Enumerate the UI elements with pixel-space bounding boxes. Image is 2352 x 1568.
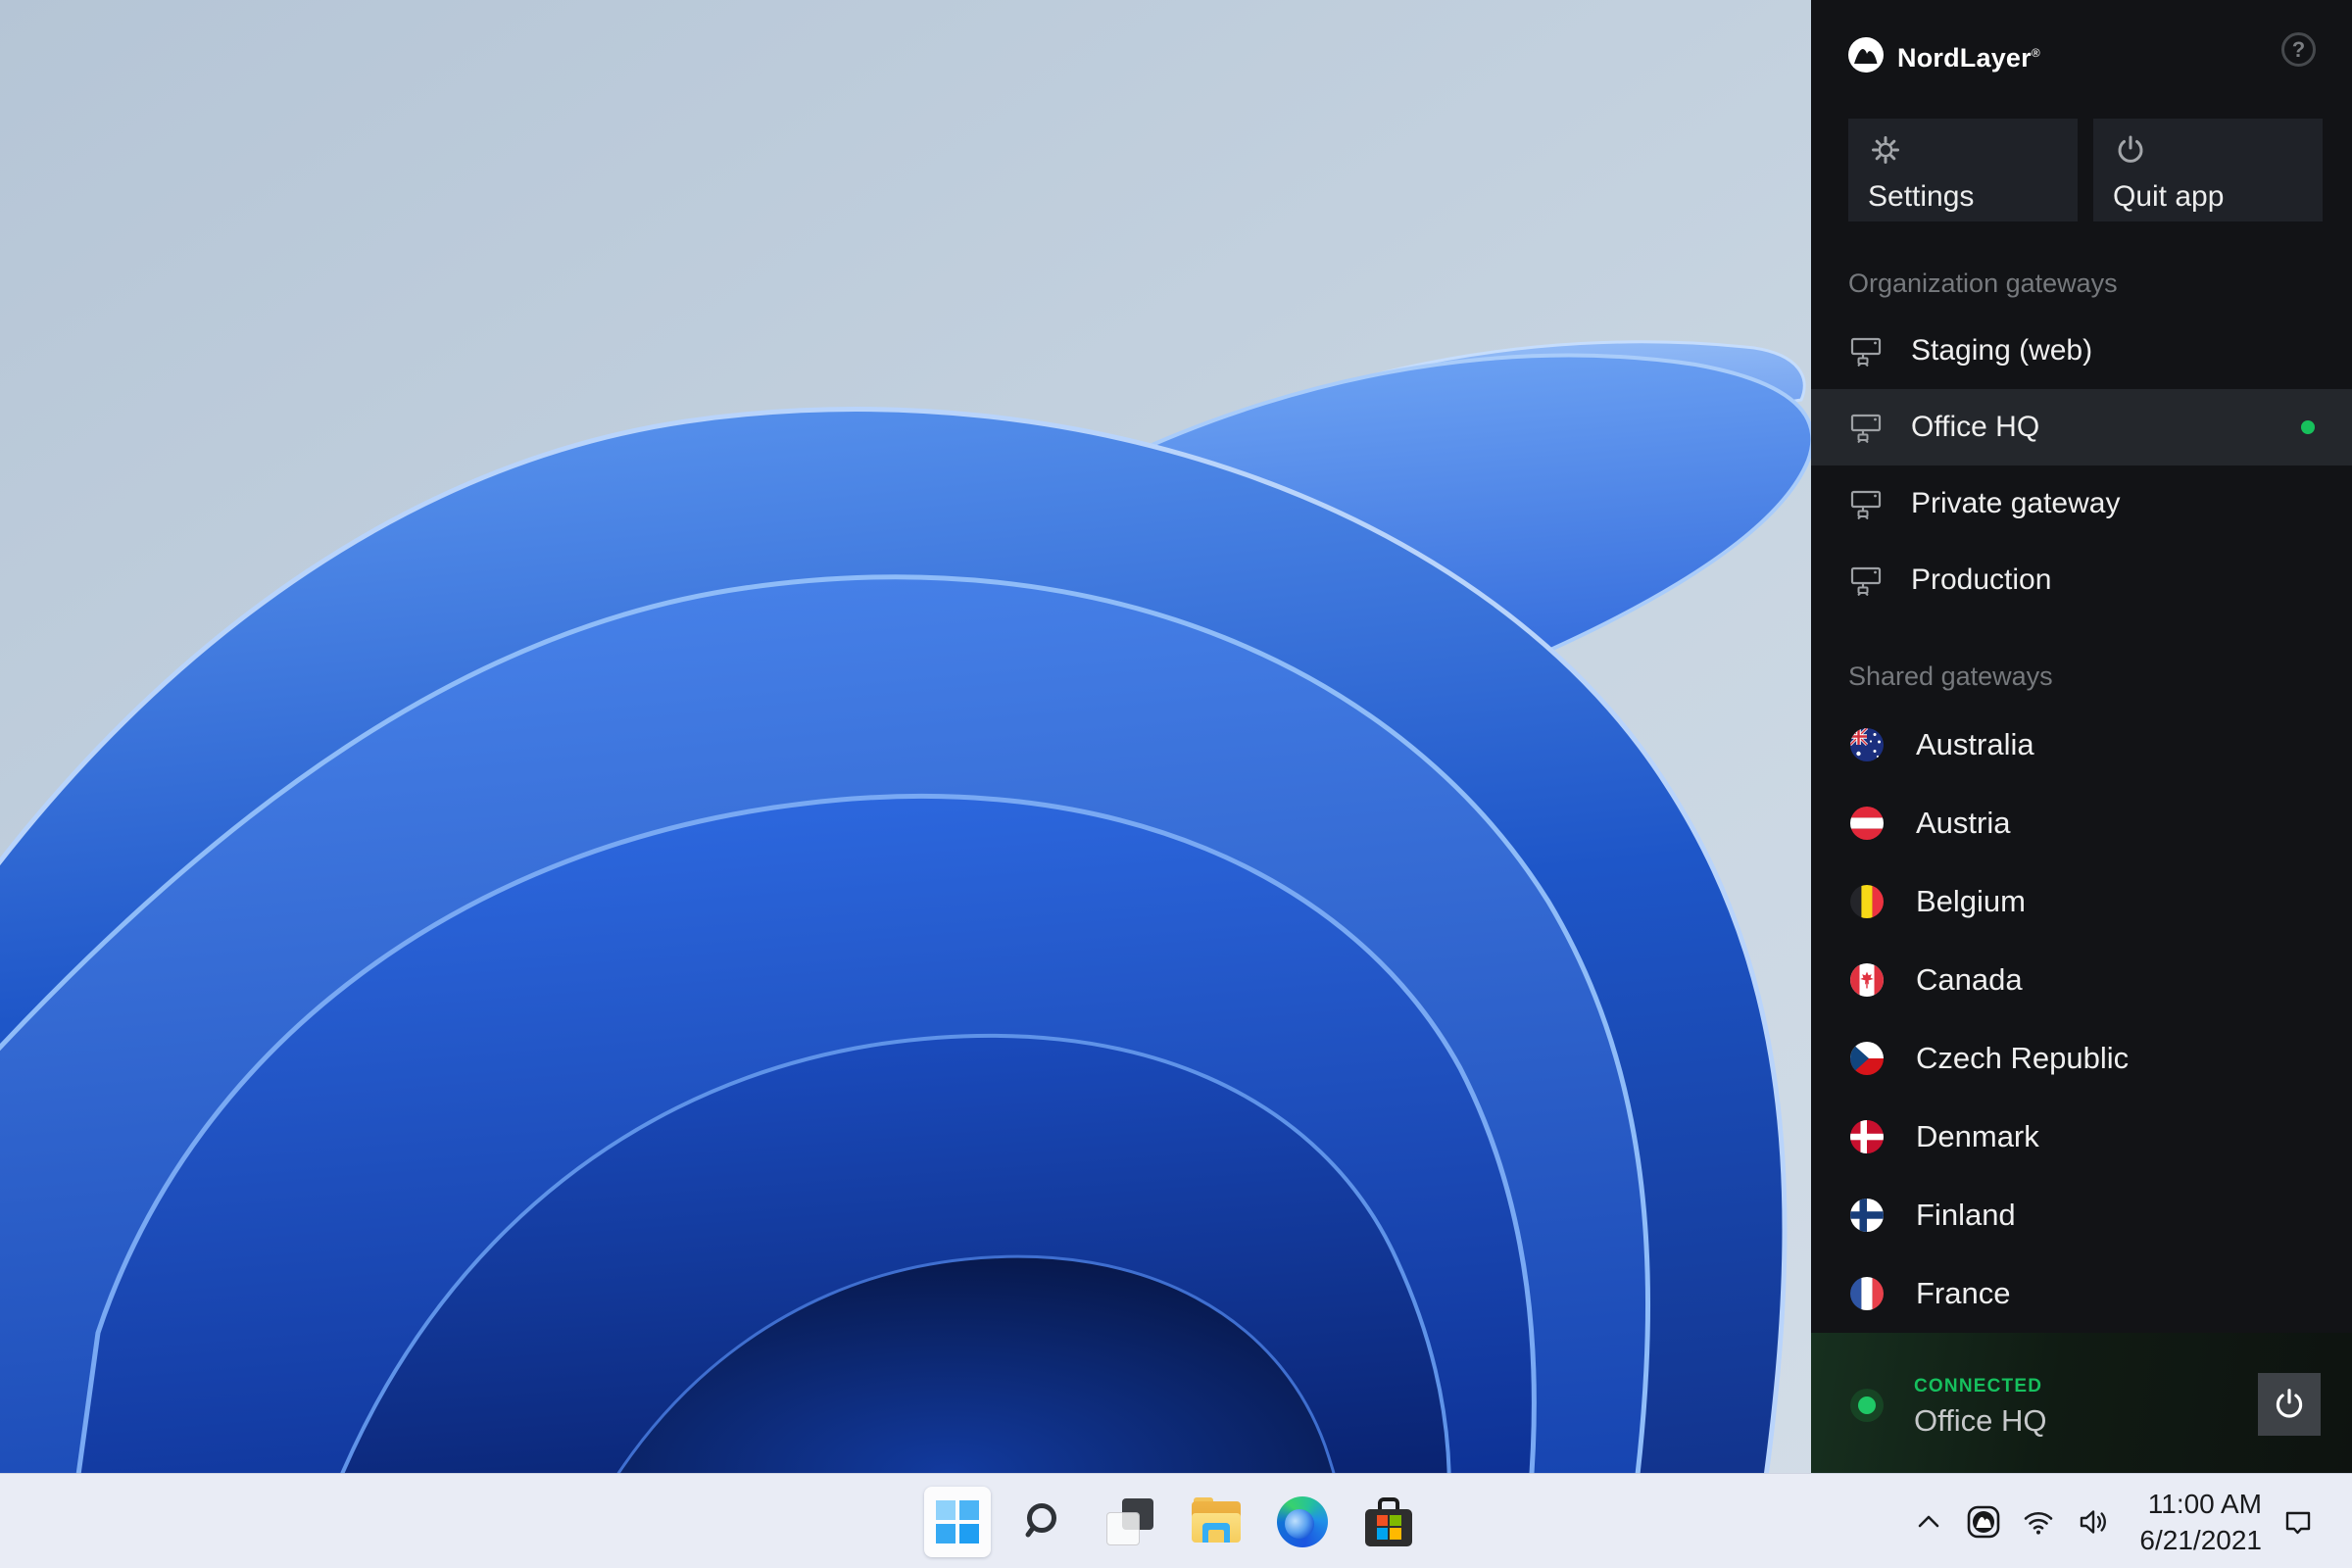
gateway-item-office-hq[interactable]: Office HQ: [1811, 389, 2352, 466]
desktop-screen: NordLayer® ? Settings: [0, 0, 2352, 1568]
gateway-item-czech-republic[interactable]: Czech Republic: [1811, 1019, 2352, 1098]
connection-status-text: CONNECTED: [1914, 1376, 2042, 1397]
flag-denmark-icon: [1850, 1120, 1884, 1153]
flag-austria-icon: [1850, 807, 1884, 840]
search-icon: [1022, 1500, 1065, 1544]
windows-logo-icon: [936, 1500, 979, 1544]
organization-gateway-list: Staging (web) Office HQ: [1811, 313, 2352, 618]
edge-browser-button[interactable]: [1269, 1487, 1336, 1557]
gateway-item-belgium[interactable]: Belgium: [1811, 862, 2352, 941]
panel-actions: Settings Quit app: [1811, 108, 2352, 221]
gateway-item-private-gateway[interactable]: Private gateway: [1811, 466, 2352, 542]
country-label: Czech Republic: [1916, 1041, 2129, 1076]
file-explorer-icon: [1192, 1501, 1241, 1543]
gateway-label: Private gateway: [1911, 487, 2120, 520]
connected-indicator: [1850, 1389, 1884, 1422]
gateway-item-finland[interactable]: Finland: [1811, 1176, 2352, 1254]
wifi-tray-button[interactable]: [2020, 1503, 2057, 1541]
network-monitor-icon: [1849, 488, 1883, 519]
app-title: NordLayer®: [1897, 43, 2040, 74]
help-button[interactable]: ?: [2281, 32, 2316, 67]
tray-overflow-button[interactable]: [1910, 1503, 1947, 1541]
start-button[interactable]: [924, 1487, 991, 1557]
connection-status-bar: CONNECTED Office HQ: [1811, 1333, 2352, 1478]
task-view-button[interactable]: [1097, 1487, 1163, 1557]
country-label: Canada: [1916, 962, 2023, 998]
chevron-up-icon: [1914, 1507, 1943, 1537]
nordlayer-logo-icon: [1847, 36, 1885, 74]
nordlayer-tray-icon: [1965, 1503, 2002, 1541]
quit-app-label: Quit app: [2113, 180, 2323, 214]
volume-tray-button[interactable]: [2075, 1503, 2112, 1541]
network-monitor-icon: [1849, 412, 1883, 443]
organization-gateways-heading: Organization gateways: [1811, 221, 2352, 313]
microsoft-store-icon: [1365, 1497, 1412, 1546]
notification-bubble-icon: [2281, 1505, 2315, 1539]
flag-canada-icon: [1850, 963, 1884, 997]
gateway-item-staging-web[interactable]: Staging (web): [1811, 313, 2352, 389]
flag-australia-icon: [1850, 728, 1884, 761]
volume-icon: [2076, 1504, 2111, 1540]
system-tray: 11:00 AM 6/21/2021: [1892, 1474, 2317, 1568]
country-label: Australia: [1916, 727, 2034, 762]
gateway-label: Staging (web): [1911, 334, 2092, 368]
quit-app-button[interactable]: Quit app: [2093, 119, 2323, 221]
nordlayer-tray-button[interactable]: [1965, 1503, 2002, 1541]
tray-date: 6/21/2021: [2139, 1522, 2262, 1558]
country-label: Belgium: [1916, 884, 2026, 919]
country-label: France: [1916, 1276, 2010, 1311]
network-monitor-icon: [1849, 564, 1883, 596]
gateway-item-australia[interactable]: Australia: [1811, 706, 2352, 784]
country-label: Austria: [1916, 806, 2010, 841]
microsoft-store-button[interactable]: [1355, 1487, 1422, 1557]
notification-center-button[interactable]: [2279, 1503, 2317, 1541]
flag-finland-icon: [1850, 1199, 1884, 1232]
connected-indicator-dot: [1858, 1396, 1876, 1414]
gateway-item-france[interactable]: France: [1811, 1254, 2352, 1333]
flag-belgium-icon: [1850, 885, 1884, 918]
flag-czech-republic-icon: [1850, 1042, 1884, 1075]
wifi-icon: [2021, 1504, 2056, 1540]
panel-header: NordLayer® ?: [1811, 0, 2352, 108]
question-mark-icon: ?: [2292, 37, 2305, 63]
settings-button[interactable]: Settings: [1848, 119, 2078, 221]
connected-status-dot: [2301, 420, 2315, 434]
disconnect-button[interactable]: [2258, 1373, 2321, 1436]
shared-gateway-list: Australia Austria: [1811, 706, 2352, 1333]
clock[interactable]: 11:00 AM 6/21/2021: [2139, 1486, 2262, 1558]
flag-france-icon: [1850, 1277, 1884, 1310]
settings-label: Settings: [1868, 180, 2078, 214]
gateway-item-austria[interactable]: Austria: [1811, 784, 2352, 862]
gear-icon: [1868, 132, 1903, 168]
nordlayer-panel: NordLayer® ? Settings: [1811, 0, 2352, 1473]
gateway-label: Production: [1911, 564, 2051, 597]
tray-time: 11:00 AM: [2139, 1486, 2262, 1522]
taskbar: 11:00 AM 6/21/2021: [0, 1473, 2352, 1568]
gateway-item-denmark[interactable]: Denmark: [1811, 1098, 2352, 1176]
gateway-label: Office HQ: [1911, 411, 2039, 444]
power-icon: [2113, 132, 2148, 168]
country-label: Finland: [1916, 1198, 2016, 1233]
search-button[interactable]: [1010, 1487, 1077, 1557]
country-label: Denmark: [1916, 1119, 2039, 1154]
gateway-item-production[interactable]: Production: [1811, 542, 2352, 618]
task-view-icon: [1106, 1498, 1153, 1545]
edge-browser-icon: [1277, 1496, 1328, 1547]
trademark-symbol: ®: [2032, 46, 2040, 60]
taskbar-center-icons: [924, 1474, 1422, 1568]
gateway-item-canada[interactable]: Canada: [1811, 941, 2352, 1019]
connected-gateway-name: Office HQ: [1914, 1403, 2047, 1439]
power-icon: [2271, 1386, 2308, 1423]
file-explorer-button[interactable]: [1183, 1487, 1250, 1557]
network-monitor-icon: [1849, 335, 1883, 367]
shared-gateways-heading: Shared gateways: [1811, 618, 2352, 706]
